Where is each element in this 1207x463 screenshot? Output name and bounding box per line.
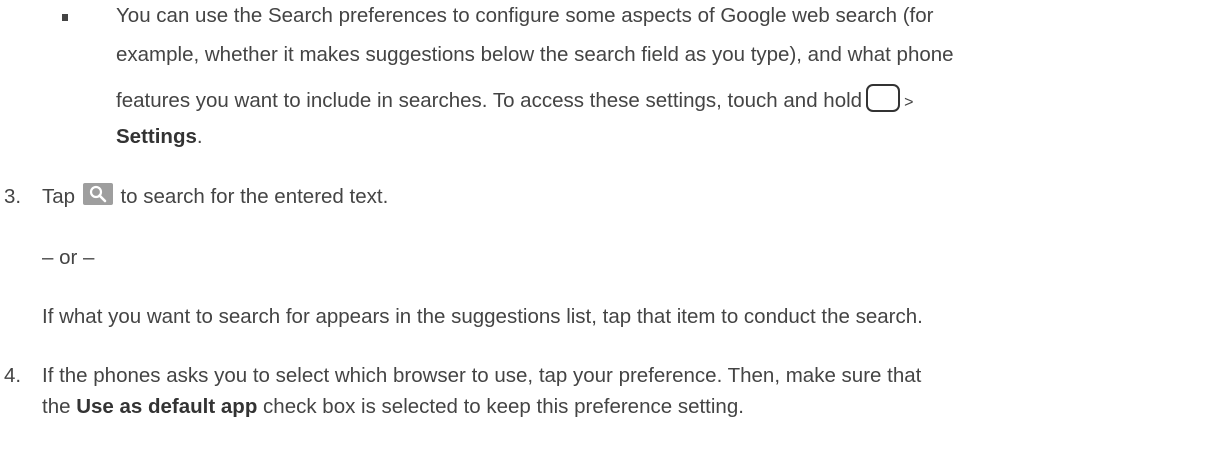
search-key-icon: [82, 183, 113, 205]
bullet-line-3-text: features you want to include in searches…: [116, 89, 863, 112]
settings-label: Settings: [116, 125, 197, 148]
step-4-line-2: the Use as default app check box is sele…: [42, 393, 744, 421]
use-as-default-app-label: Use as default app: [76, 395, 258, 418]
step-4-number: 4.: [4, 364, 22, 387]
bullet-line-4-end: .: [196, 125, 203, 148]
step-3-or: – or –: [42, 246, 95, 269]
bullet-line-2: example, whether it makes suggestions be…: [116, 43, 954, 66]
step-3-tap: Tap: [42, 185, 76, 208]
step-3-alt: If what you want to search for appears i…: [42, 305, 923, 328]
bullet-line-4: Settings.: [116, 123, 203, 151]
bullet-line-3: features you want to include in searches…: [116, 84, 913, 117]
step-4-line-1: If the phones asks you to select which b…: [42, 364, 922, 387]
menu-separator: >: [904, 94, 914, 111]
step-3-line-1: Tap to search for the entered text.: [42, 183, 388, 211]
bullet-marker: [62, 14, 68, 21]
home-key-icon: [866, 84, 901, 112]
step-3-number: 3.: [4, 185, 22, 208]
step-4-line-2-after: check box is selected to keep this prefe…: [263, 395, 744, 418]
step-3-after-icon: to search for the entered text.: [120, 185, 389, 208]
step-4-line-2-before: the: [42, 395, 71, 418]
bullet-line-1: You can use the Search preferences to co…: [116, 4, 934, 27]
document-page: You can use the Search preferences to co…: [0, 0, 1207, 463]
